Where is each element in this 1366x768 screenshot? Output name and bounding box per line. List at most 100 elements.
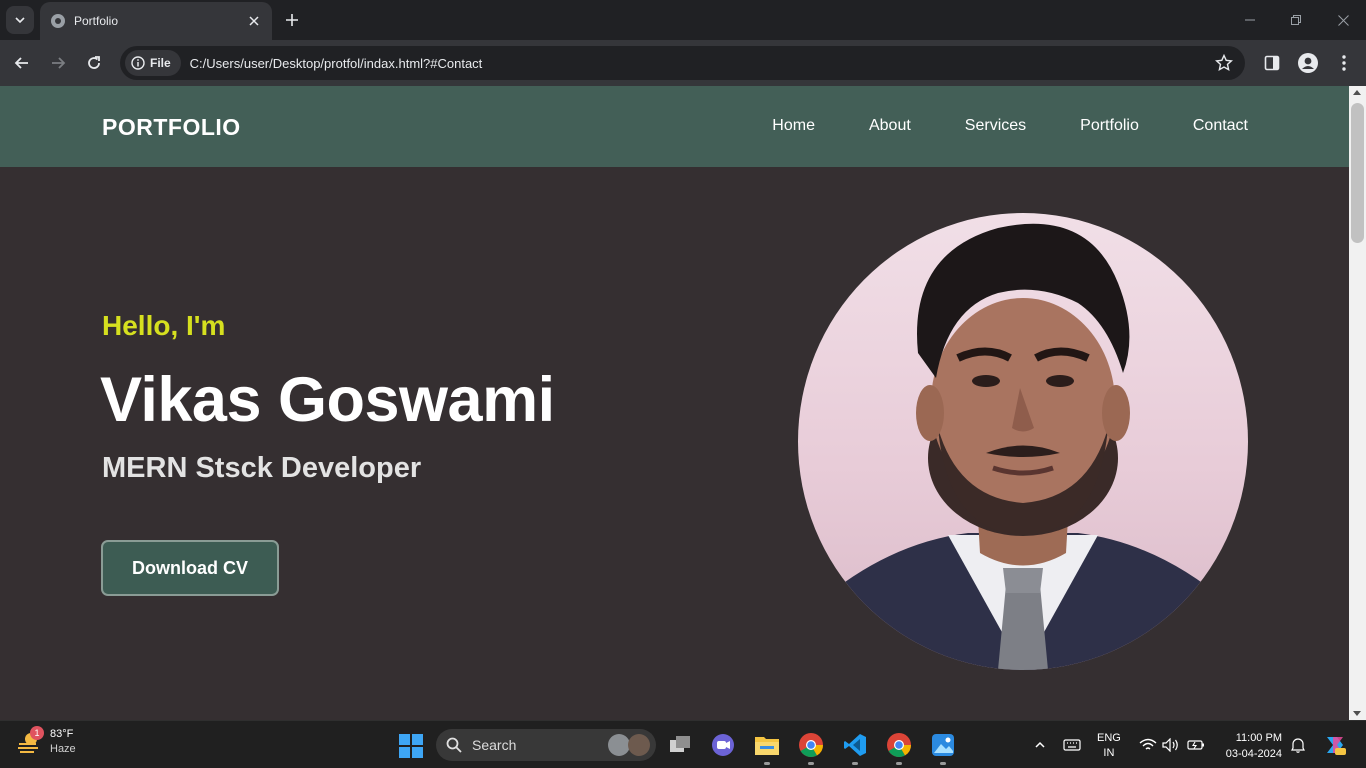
windows-logo-icon: [399, 734, 423, 758]
hero-role: MERN Stsck Developer: [102, 452, 422, 484]
clock-time: 11:00 PM: [1235, 732, 1282, 744]
scroll-thumb[interactable]: [1351, 103, 1364, 243]
chrome-button[interactable]: [884, 730, 914, 765]
volume-button[interactable]: [1161, 735, 1181, 755]
nav-portfolio[interactable]: Portfolio: [1080, 117, 1139, 135]
browser-tab[interactable]: Portfolio: [40, 2, 272, 40]
bell-icon: [1291, 738, 1305, 753]
taskbar-search-label: Search: [472, 737, 517, 753]
wifi-button[interactable]: [1138, 735, 1158, 755]
running-indicator: [808, 762, 814, 765]
meet-icon: [712, 734, 734, 756]
hero-greeting: Hello, I'm: [102, 310, 226, 341]
site-logo[interactable]: PORTFOLIO: [102, 114, 241, 141]
battery-icon: [1187, 740, 1204, 750]
browser-tabstrip: Portfolio: [0, 0, 1366, 40]
site-chip-label: File: [150, 56, 171, 70]
profile-button[interactable]: [1297, 52, 1319, 74]
weather-widget[interactable]: 1 83°F Haze: [16, 726, 76, 755]
running-indicator: [852, 762, 858, 765]
copilot-button[interactable]: [1323, 733, 1347, 757]
chrome-icon: [887, 733, 911, 758]
minimize-button[interactable]: [1240, 10, 1260, 30]
search-icon: [446, 737, 462, 753]
sidebar-icon: [1264, 55, 1280, 71]
close-icon: [1337, 14, 1349, 26]
vscode-button[interactable]: [840, 730, 870, 765]
browser-toolbar: File C:/Users/user/Desktop/protfol/indax…: [0, 40, 1366, 86]
restore-icon: [1291, 15, 1301, 25]
sidebar-button[interactable]: [1261, 52, 1283, 74]
forward-icon: [52, 57, 66, 69]
restore-button[interactable]: [1286, 10, 1306, 30]
file-explorer-icon: [755, 737, 779, 755]
reload-icon: [88, 56, 100, 69]
notifications-button[interactable]: [1288, 735, 1308, 755]
start-button[interactable]: [398, 733, 424, 759]
nav-home[interactable]: Home: [772, 117, 815, 135]
address-bar[interactable]: File C:/Users/user/Desktop/protfol/indax…: [120, 46, 1245, 80]
plus-icon: [286, 14, 298, 26]
profile-icon: [1298, 53, 1318, 73]
menu-button[interactable]: [1333, 52, 1355, 74]
running-indicator: [940, 762, 946, 765]
url-text[interactable]: C:/Users/user/Desktop/protfol/indax.html…: [190, 56, 483, 71]
weather-badge: 1: [30, 726, 44, 740]
language-indicator[interactable]: ENG IN: [1097, 731, 1121, 761]
site-header: PORTFOLIO Home About Services Portfolio …: [0, 86, 1349, 167]
profile-photo: [798, 213, 1248, 670]
tab-title: Portfolio: [74, 14, 119, 28]
weather-temp: 83°F: [50, 728, 74, 740]
meet-button[interactable]: [708, 730, 738, 760]
taskbar-search[interactable]: Search: [436, 729, 656, 761]
tab-search-button[interactable]: [6, 6, 34, 34]
globe-icon: [51, 14, 65, 28]
chevron-up-icon: [1035, 741, 1045, 748]
language-code: ENG: [1097, 732, 1121, 744]
close-icon[interactable]: [246, 13, 262, 29]
person-portrait-icon: [798, 223, 1248, 670]
taskbar: 1 83°F Haze Search ENG IN 11:00 PM 03-04…: [0, 720, 1366, 768]
keyboard-icon: [1063, 739, 1081, 751]
hero-name: Vikas Goswami: [100, 365, 555, 435]
download-cv-button[interactable]: Download CV: [101, 540, 279, 596]
task-view-button[interactable]: [665, 730, 695, 760]
nav-about[interactable]: About: [869, 117, 911, 135]
info-icon: [131, 56, 145, 70]
photos-button[interactable]: [928, 730, 958, 765]
back-icon: [14, 57, 28, 69]
vscode-icon: [844, 734, 866, 756]
star-icon[interactable]: [1215, 54, 1233, 72]
scroll-up-arrow-icon[interactable]: [1353, 90, 1361, 95]
running-indicator: [764, 762, 770, 765]
page-scrollbar[interactable]: [1349, 86, 1366, 720]
copilot-icon: [1327, 737, 1346, 755]
chrome-icon: [799, 733, 823, 758]
volume-icon: [1162, 738, 1178, 752]
running-indicator: [896, 762, 902, 765]
back-button[interactable]: [11, 52, 33, 74]
reload-button[interactable]: [83, 52, 105, 74]
photos-icon: [932, 734, 954, 756]
site-info-chip[interactable]: File: [125, 50, 181, 76]
file-explorer-button[interactable]: [752, 730, 782, 765]
weather-condition: Haze: [50, 743, 76, 755]
forward-button[interactable]: [47, 52, 69, 74]
tray-overflow-button[interactable]: [1030, 735, 1050, 755]
system-clock[interactable]: 11:00 PM 03-04-2024: [1220, 730, 1282, 762]
close-window-button[interactable]: [1333, 10, 1353, 30]
search-highlight-icon: [608, 734, 650, 756]
page-viewport: PORTFOLIO Home About Services Portfolio …: [0, 86, 1349, 720]
battery-button[interactable]: [1186, 735, 1206, 755]
wifi-icon: [1139, 738, 1157, 750]
clock-date: 03-04-2024: [1225, 748, 1282, 760]
menu-icon: [1342, 55, 1346, 71]
chrome-profile-button[interactable]: [796, 730, 826, 765]
new-tab-button[interactable]: [282, 10, 302, 30]
scroll-down-arrow-icon[interactable]: [1353, 711, 1361, 716]
task-view-icon: [670, 736, 690, 752]
keyboard-button[interactable]: [1062, 735, 1082, 755]
nav-contact[interactable]: Contact: [1193, 117, 1248, 135]
site-nav: Home About Services Portfolio Contact: [772, 117, 1248, 135]
nav-services[interactable]: Services: [965, 117, 1026, 135]
